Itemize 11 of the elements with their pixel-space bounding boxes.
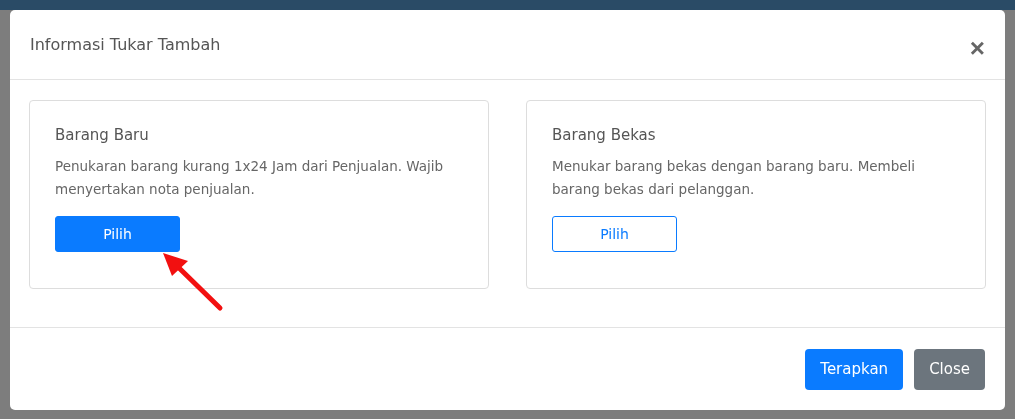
option-title: Barang Baru	[55, 126, 150, 144]
modal-title: Informasi Tukar Tambah	[30, 35, 221, 54]
option-title: Barang Bekas	[552, 126, 657, 144]
choose-button[interactable]: Pilih	[552, 216, 677, 252]
apply-button[interactable]: Terapkan	[805, 348, 904, 390]
close-button[interactable]: Close	[914, 348, 985, 390]
close-button[interactable]: ×	[969, 34, 985, 61]
option-description: Penukaran barang kurang 1x24 Jam dari Penjualan. Wajib menyertakan nota penjualan.	[55, 157, 445, 199]
choose-button[interactable]: Pilih	[55, 216, 180, 252]
option-description: Menukar barang bekas dengan barang baru. Membeli barang bekas dari pelanggan.	[552, 157, 917, 199]
annotation-arrow	[163, 253, 223, 311]
